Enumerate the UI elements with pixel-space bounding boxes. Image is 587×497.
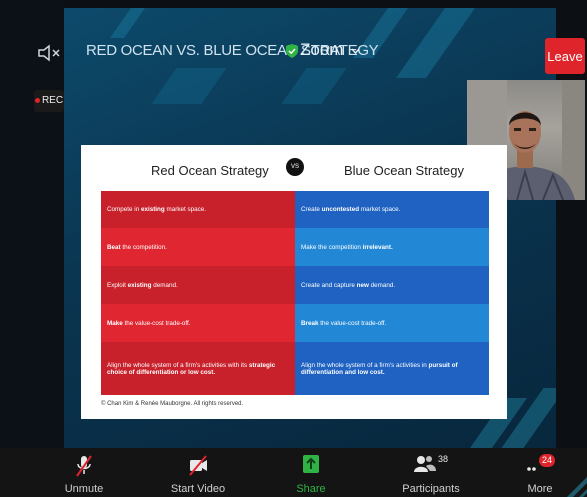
cell-bold-text: existing xyxy=(127,281,152,289)
unmute-button[interactable]: Unmute xyxy=(62,448,106,497)
start-video-button[interactable]: Start Video xyxy=(170,448,226,497)
participants-count: 38 xyxy=(438,454,449,464)
cell-bold-text: Make xyxy=(107,319,123,327)
cell-bold-text: uncontested xyxy=(321,206,360,213)
shield-icon[interactable] xyxy=(286,44,298,58)
cell-bold-text: existing xyxy=(140,206,165,213)
more-badge: 24 xyxy=(539,454,556,467)
cell-text: Compete in xyxy=(107,206,141,213)
share-arrow-icon xyxy=(303,455,319,473)
video-off-icon xyxy=(189,455,207,476)
red-cell: Compete in existing market space. xyxy=(101,191,295,228)
comparison-table: Compete in existing market space. Create… xyxy=(101,191,489,395)
cell-text: the competition. xyxy=(120,243,167,251)
zoom-menu-label: Zoom xyxy=(300,40,344,59)
zoom-window: REC RED OCEAN VS. BLUE OCEAN STRATEGY Zo… xyxy=(0,0,587,497)
cell-text: the value-cost trade-off. xyxy=(318,319,387,327)
red-cell: Align the whole system of a firm's activ… xyxy=(101,342,295,395)
bg-stripe xyxy=(109,8,153,38)
cell-bold-text: Beat xyxy=(107,243,121,251)
unmute-label: Unmute xyxy=(64,483,104,495)
cell-text: Create xyxy=(301,206,322,213)
rec-dot-icon xyxy=(34,97,40,103)
more-label: More xyxy=(527,483,553,495)
bg-stripe xyxy=(281,68,347,104)
blue-ocean-header: Blue Ocean Strategy xyxy=(344,163,464,178)
meeting-toolbar: Unmute Start Video Share 38 Participants… xyxy=(0,448,587,497)
cell-text: market space. xyxy=(164,206,207,213)
share-button[interactable]: Share xyxy=(294,448,328,497)
chevron-down-icon xyxy=(351,48,360,54)
participants-button[interactable]: 38 Participants xyxy=(398,448,464,497)
cell-text: Exploit xyxy=(107,281,128,289)
cell-text: market space. xyxy=(359,206,401,213)
cell-text: Align the whole system of a firm's activ… xyxy=(107,361,249,369)
cell-bold-text: new xyxy=(356,281,369,289)
red-cell: Exploit existing demand. xyxy=(101,266,295,304)
red-cell: Beat the competition. xyxy=(101,228,295,266)
cell-text: demand. xyxy=(368,281,396,289)
blue-cell: Create and capture new demand. xyxy=(295,266,489,304)
cell-text: Make the competition xyxy=(301,243,363,251)
more-button[interactable]: 24 More xyxy=(523,448,557,497)
leave-button[interactable]: Leave xyxy=(545,38,585,74)
share-label: Share xyxy=(296,483,326,495)
blue-cell: Align the whole system of a firm's activ… xyxy=(295,342,489,395)
blue-cell: Create uncontested market space. xyxy=(295,191,489,228)
participants-label: Participants xyxy=(402,483,460,495)
rec-label: REC xyxy=(41,95,64,106)
copyright-text: © Chan Kim & Renée Mauborgne. All rights… xyxy=(101,401,244,407)
cell-text: the value-cost trade-off. xyxy=(122,319,191,327)
speaker-muted-icon[interactable] xyxy=(36,42,62,64)
participants-icon xyxy=(414,456,436,472)
cell-text: Create and capture xyxy=(301,281,357,289)
slide: Red Ocean Strategy VS Blue Ocean Strateg… xyxy=(81,145,507,419)
left-sidebar xyxy=(0,0,64,448)
table-row: Align the whole system of a firm's activ… xyxy=(101,342,489,395)
red-ocean-header: Red Ocean Strategy xyxy=(151,163,269,178)
red-cell: Make the value-cost trade-off. xyxy=(101,304,295,342)
table-row: Beat the competition. Make the competiti… xyxy=(101,228,489,266)
recording-indicator: REC xyxy=(34,90,64,112)
bg-stripe xyxy=(395,8,483,78)
vs-badge: VS xyxy=(286,158,304,176)
mic-muted-icon xyxy=(76,455,92,477)
bg-stripe xyxy=(151,68,227,104)
table-row: Exploit existing demand. Create and capt… xyxy=(101,266,489,304)
start-video-label: Start Video xyxy=(170,483,226,495)
cell-text: demand. xyxy=(151,281,178,289)
blue-cell: Break the value-cost trade-off. xyxy=(295,304,489,342)
zoom-view-menu[interactable]: Zoom xyxy=(300,40,360,60)
cell-text: Align the whole system of a firm's activ… xyxy=(301,361,429,369)
blue-cell: Make the competition irrelevant. xyxy=(295,228,489,266)
table-row: Compete in existing market space. Create… xyxy=(101,191,489,228)
corner-decoration xyxy=(567,477,587,497)
cell-bold-text: Break xyxy=(301,319,319,327)
table-row: Make the value-cost trade-off. Break the… xyxy=(101,304,489,342)
cell-bold-text: irrelevant. xyxy=(362,243,393,251)
